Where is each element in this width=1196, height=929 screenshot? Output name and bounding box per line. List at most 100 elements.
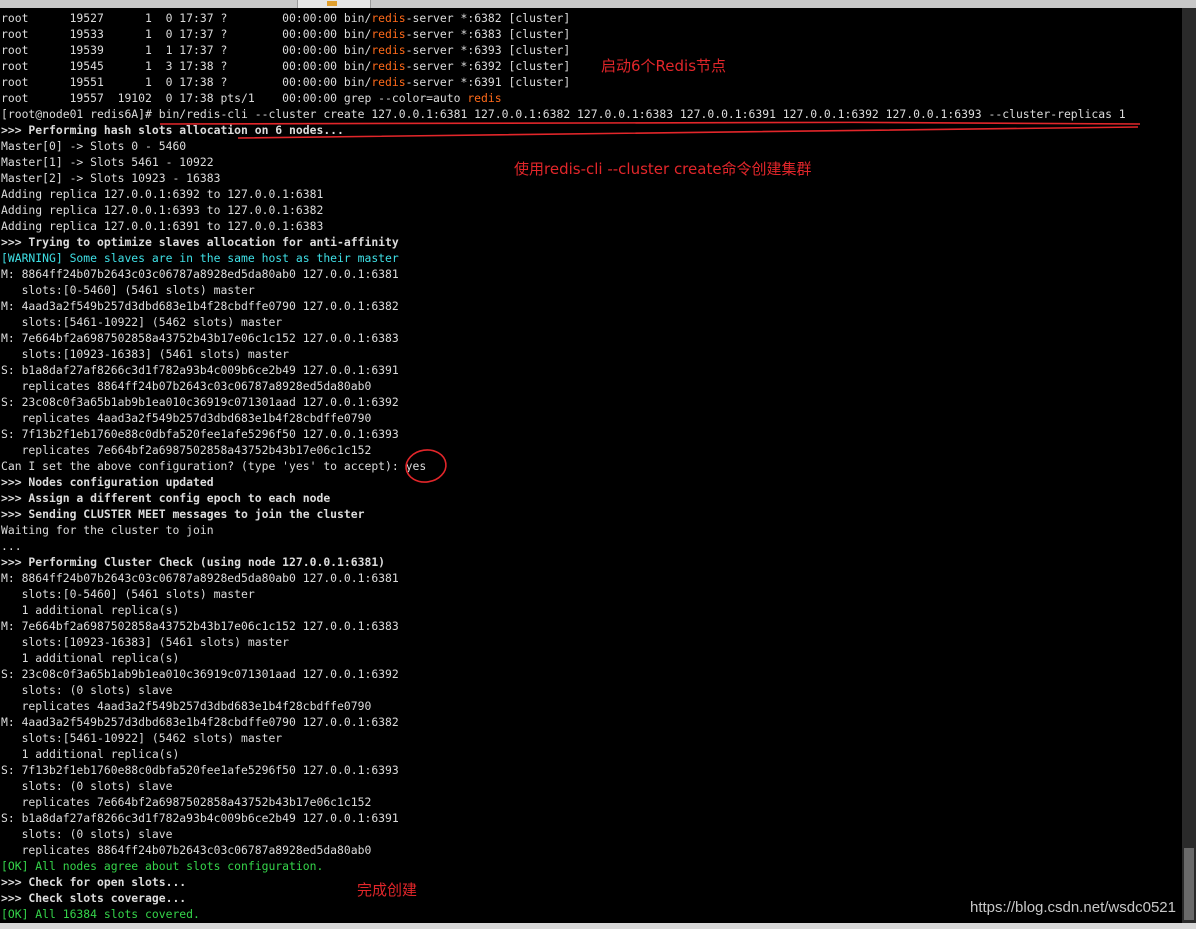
terminal-text-segment: replicates 7e664bf2a6987502858a43752b43b…	[1, 443, 372, 457]
terminal-line: M: 8864ff24b07b2643c03c06787a8928ed5da80…	[1, 570, 399, 586]
terminal-text-segment: slots:[0-5460] (5461 slots) master	[1, 587, 255, 601]
terminal-text-segment: S: 23c08c0f3a65b1ab9b1ea010c36919c071301…	[1, 395, 399, 409]
terminal-line: >>> Performing Cluster Check (using node…	[1, 554, 385, 570]
terminal-line: Adding replica 127.0.0.1:6393 to 127.0.0…	[1, 202, 323, 218]
terminal-line: slots:[0-5460] (5461 slots) master	[1, 282, 255, 298]
terminal-text-segment: 1 additional replica(s)	[1, 651, 180, 665]
terminal-line: S: 23c08c0f3a65b1ab9b1ea010c36919c071301…	[1, 394, 399, 410]
terminal-line: >>> Performing hash slots allocation on …	[1, 122, 344, 138]
terminal-text-segment: redis	[371, 11, 406, 25]
terminal-text-segment: replicates 8864ff24b07b2643c03c06787a892…	[1, 843, 372, 857]
terminal-line: root 19527 1 0 17:37 ? 00:00:00 bin/redi…	[1, 10, 570, 26]
terminal-text-segment: Waiting for the cluster to join	[1, 523, 214, 537]
terminal-text-segment: S: 23c08c0f3a65b1ab9b1ea010c36919c071301…	[1, 667, 399, 681]
terminal-line: Adding replica 127.0.0.1:6391 to 127.0.0…	[1, 218, 323, 234]
terminal-text-segment: Adding replica 127.0.0.1:6391 to 127.0.0…	[1, 219, 324, 233]
terminal-line: >>> Sending CLUSTER MEET messages to joi…	[1, 506, 364, 522]
terminal-line: M: 7e664bf2a6987502858a43752b43b17e06c1c…	[1, 330, 399, 346]
terminal-line: S: 23c08c0f3a65b1ab9b1ea010c36919c071301…	[1, 666, 399, 682]
terminal-text-segment: Adding replica 127.0.0.1:6393 to 127.0.0…	[1, 203, 324, 217]
terminal-text-segment: -server *:6382 [cluster]	[405, 11, 571, 25]
terminal-text-segment: slots:[0-5460] (5461 slots) master	[1, 283, 255, 297]
terminal-text-segment: >>> Performing hash slots allocation on …	[1, 123, 344, 137]
terminal-text-segment: S: b1a8daf27af8266c3d1f782a93b4c009b6ce2…	[1, 811, 399, 825]
terminal-text-segment: -server *:6393 [cluster]	[405, 43, 571, 57]
terminal-line: replicates 4aad3a2f549b257d3dbd683e1b4f2…	[1, 410, 372, 426]
terminal-line: >>> Check for open slots...	[1, 874, 186, 890]
annotation-done: 完成创建	[357, 881, 418, 899]
terminal-line: slots: (0 slots) slave	[1, 778, 173, 794]
terminal-line: root 19551 1 0 17:38 ? 00:00:00 bin/redi…	[1, 74, 570, 90]
terminal-text-segment: >>> Trying to optimize slaves allocation…	[1, 235, 399, 249]
terminal-text-segment: [root@node01 redis6A]# bin/redis-cli --c…	[1, 107, 1126, 121]
terminal-text-segment: root 19551 1 0 17:38 ? 00:00:00 bin/	[1, 75, 372, 89]
terminal-text-segment: Adding replica 127.0.0.1:6392 to 127.0.0…	[1, 187, 324, 201]
terminal-line: M: 4aad3a2f549b257d3dbd683e1b4f28cbdffe0…	[1, 714, 399, 730]
terminal-text-segment: replicates 7e664bf2a6987502858a43752b43b…	[1, 795, 372, 809]
terminal-line: replicates 8864ff24b07b2643c03c06787a892…	[1, 378, 372, 394]
terminal-text-segment: slots: (0 slots) slave	[1, 779, 173, 793]
terminal-text-segment: [WARNING] Some slaves are in the same ho…	[1, 251, 399, 265]
annotation-start-nodes: 启动6个Redis节点	[601, 57, 727, 75]
terminal-output[interactable]: root 19527 1 0 17:37 ? 00:00:00 bin/redi…	[0, 10, 1182, 923]
terminal-text-segment: Master[2] -> Slots 10923 - 16383	[1, 171, 221, 185]
terminal-text-segment: redis	[371, 43, 406, 57]
terminal-text-segment: root 19527 1 0 17:37 ? 00:00:00 bin/	[1, 11, 372, 25]
terminal-text-segment: redis	[371, 27, 406, 41]
terminal-text-segment: >>> Check slots coverage...	[1, 891, 187, 905]
terminal-text-segment: >>> Sending CLUSTER MEET messages to joi…	[1, 507, 365, 521]
terminal-line: 1 additional replica(s)	[1, 602, 180, 618]
terminal-text-segment: 1 additional replica(s)	[1, 747, 180, 761]
terminal-text-segment: root 19539 1 1 17:37 ? 00:00:00 bin/	[1, 43, 372, 57]
terminal-text-segment: slots: (0 slots) slave	[1, 683, 173, 697]
terminal-line: slots:[5461-10922] (5462 slots) master	[1, 730, 283, 746]
terminal-text-segment: slots:[10923-16383] (5461 slots) master	[1, 347, 290, 361]
terminal-line: S: 7f13b2f1eb1760e88c0dbfa520fee1afe5296…	[1, 426, 399, 442]
terminal-line: slots: (0 slots) slave	[1, 682, 173, 698]
tab-icon	[327, 1, 337, 6]
terminal-text-segment: M: 8864ff24b07b2643c03c06787a8928ed5da80…	[1, 571, 399, 585]
terminal-text-segment: 1 additional replica(s)	[1, 603, 180, 617]
terminal-text-segment: redis	[467, 91, 502, 105]
terminal-text-segment: >>> Check for open slots...	[1, 875, 187, 889]
terminal-line: root 19533 1 0 17:37 ? 00:00:00 bin/redi…	[1, 26, 570, 42]
terminal-line: [OK] All nodes agree about slots configu…	[1, 858, 323, 874]
scrollbar-thumb[interactable]	[1184, 848, 1194, 920]
terminal-line: root 19545 1 3 17:38 ? 00:00:00 bin/redi…	[1, 58, 570, 74]
terminal-text-segment: >>> Assign a different config epoch to e…	[1, 491, 331, 505]
terminal-line: M: 8864ff24b07b2643c03c06787a8928ed5da80…	[1, 266, 399, 282]
terminal-line: Master[1] -> Slots 5461 - 10922	[1, 154, 214, 170]
terminal-text-segment: >>> Nodes configuration updated	[1, 475, 214, 489]
terminal-text-segment: replicates 8864ff24b07b2643c03c06787a892…	[1, 379, 372, 393]
terminal-line: slots: (0 slots) slave	[1, 826, 173, 842]
terminal-line: slots:[10923-16383] (5461 slots) master	[1, 346, 289, 362]
terminal-text-segment: ...	[1, 539, 22, 553]
terminal-text-segment: slots:[10923-16383] (5461 slots) master	[1, 635, 290, 649]
terminal-text-segment: >>> Performing Cluster Check (using node…	[1, 555, 386, 569]
annotation-create-cluster: 使用redis-cli --cluster create命令创建集群	[514, 160, 812, 178]
terminal-text-segment: slots: (0 slots) slave	[1, 827, 173, 841]
terminal-line: Master[2] -> Slots 10923 - 16383	[1, 170, 220, 186]
terminal-text-segment: Can I set the above configuration? (type…	[1, 459, 427, 473]
terminal-line: root 19557 19102 0 17:38 pts/1 00:00:00 …	[1, 90, 502, 106]
terminal-line: replicates 4aad3a2f549b257d3dbd683e1b4f2…	[1, 698, 372, 714]
terminal-scrollbar[interactable]	[1182, 8, 1196, 923]
terminal-text-segment: root 19557 19102 0 17:38 pts/1 00:00:00 …	[1, 91, 468, 105]
terminal-text-segment: root 19533 1 0 17:37 ? 00:00:00 bin/	[1, 27, 372, 41]
terminal-line: [OK] All 16384 slots covered.	[1, 906, 200, 922]
terminal-line: 1 additional replica(s)	[1, 650, 180, 666]
terminal-text-segment: M: 7e664bf2a6987502858a43752b43b17e06c1c…	[1, 331, 399, 345]
terminal-line: Adding replica 127.0.0.1:6392 to 127.0.0…	[1, 186, 323, 202]
terminal-line: replicates 7e664bf2a6987502858a43752b43b…	[1, 442, 372, 458]
terminal-text-segment: S: 7f13b2f1eb1760e88c0dbfa520fee1afe5296…	[1, 427, 399, 441]
terminal-text-segment: -server *:6391 [cluster]	[405, 75, 571, 89]
terminal-text-segment: replicates 4aad3a2f549b257d3dbd683e1b4f2…	[1, 699, 372, 713]
terminal-text-segment: M: 7e664bf2a6987502858a43752b43b17e06c1c…	[1, 619, 399, 633]
terminal-line: slots:[0-5460] (5461 slots) master	[1, 586, 255, 602]
terminal-text-segment: [OK] All 16384 slots covered.	[1, 907, 200, 921]
terminal-text-segment: [OK] All nodes agree about slots configu…	[1, 859, 324, 873]
terminal-line: Master[0] -> Slots 0 - 5460	[1, 138, 186, 154]
terminal-text-segment: M: 8864ff24b07b2643c03c06787a8928ed5da80…	[1, 267, 399, 281]
terminal-line: M: 4aad3a2f549b257d3dbd683e1b4f28cbdffe0…	[1, 298, 399, 314]
terminal-line: Can I set the above configuration? (type…	[1, 458, 426, 474]
